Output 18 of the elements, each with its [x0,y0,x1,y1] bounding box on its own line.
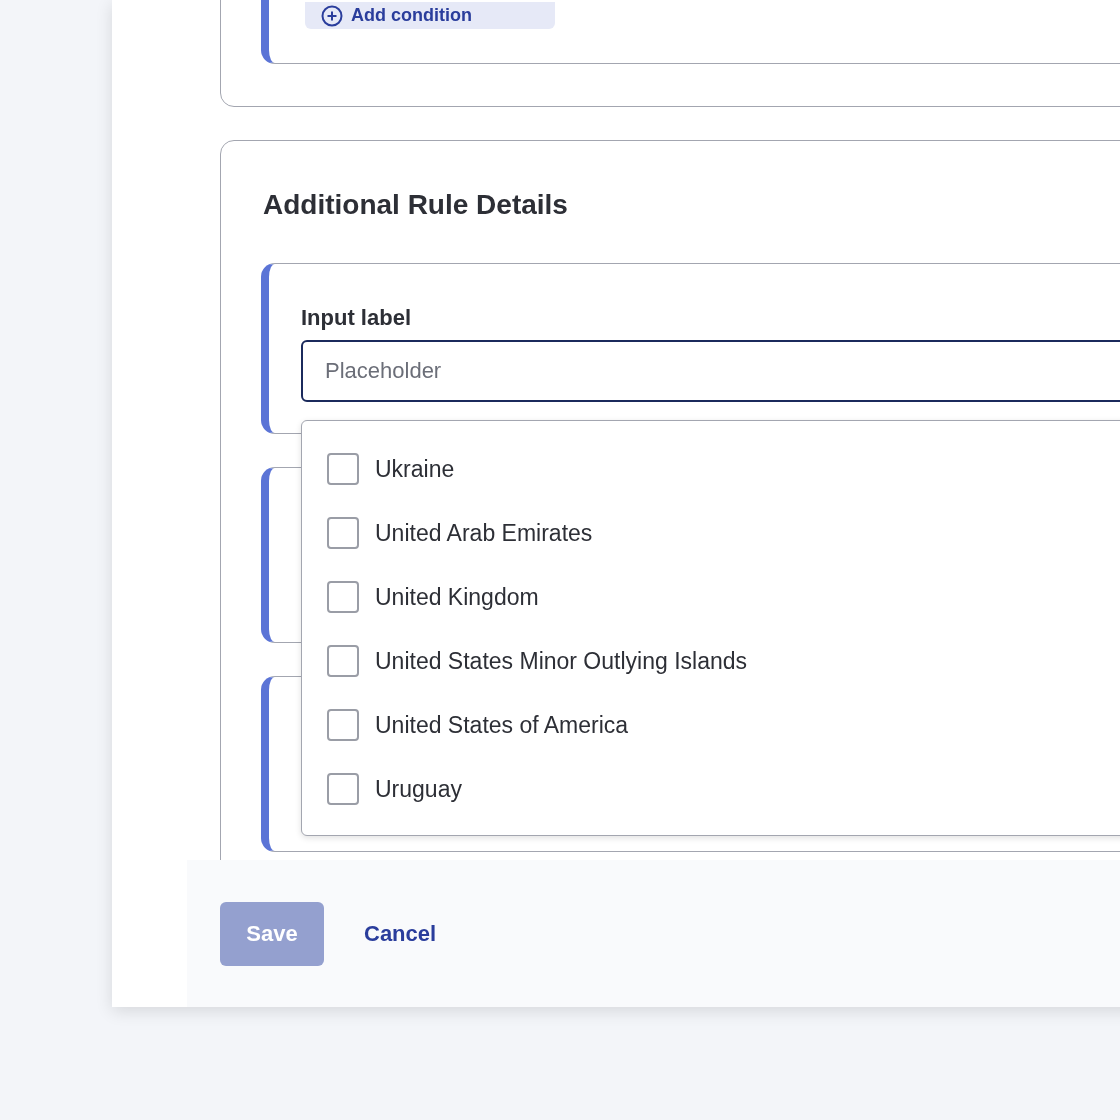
checkbox[interactable] [327,645,359,677]
option-label[interactable]: Ukraine [375,451,455,487]
checkbox[interactable] [327,453,359,485]
checkbox[interactable] [327,581,359,613]
cancel-link[interactable]: Cancel [364,917,437,950]
checkbox[interactable] [327,773,359,805]
input-field[interactable]: Placeholder [301,340,1120,402]
checkbox[interactable] [327,517,359,549]
option-label[interactable]: United Kingdom [375,579,539,615]
option-label[interactable]: United States Minor Outlying Islands [375,643,747,679]
option-label[interactable]: United States of America [375,707,629,743]
option-label[interactable]: United Arab Emirates [375,515,593,551]
input-label: Input label [301,304,412,332]
plus-circle-icon [321,4,343,27]
checkbox[interactable] [327,709,359,741]
section-title: Additional Rule Details [263,189,569,221]
option-label[interactable]: Uruguay [375,771,462,807]
add-condition-button[interactable]: Add condition [305,2,555,29]
